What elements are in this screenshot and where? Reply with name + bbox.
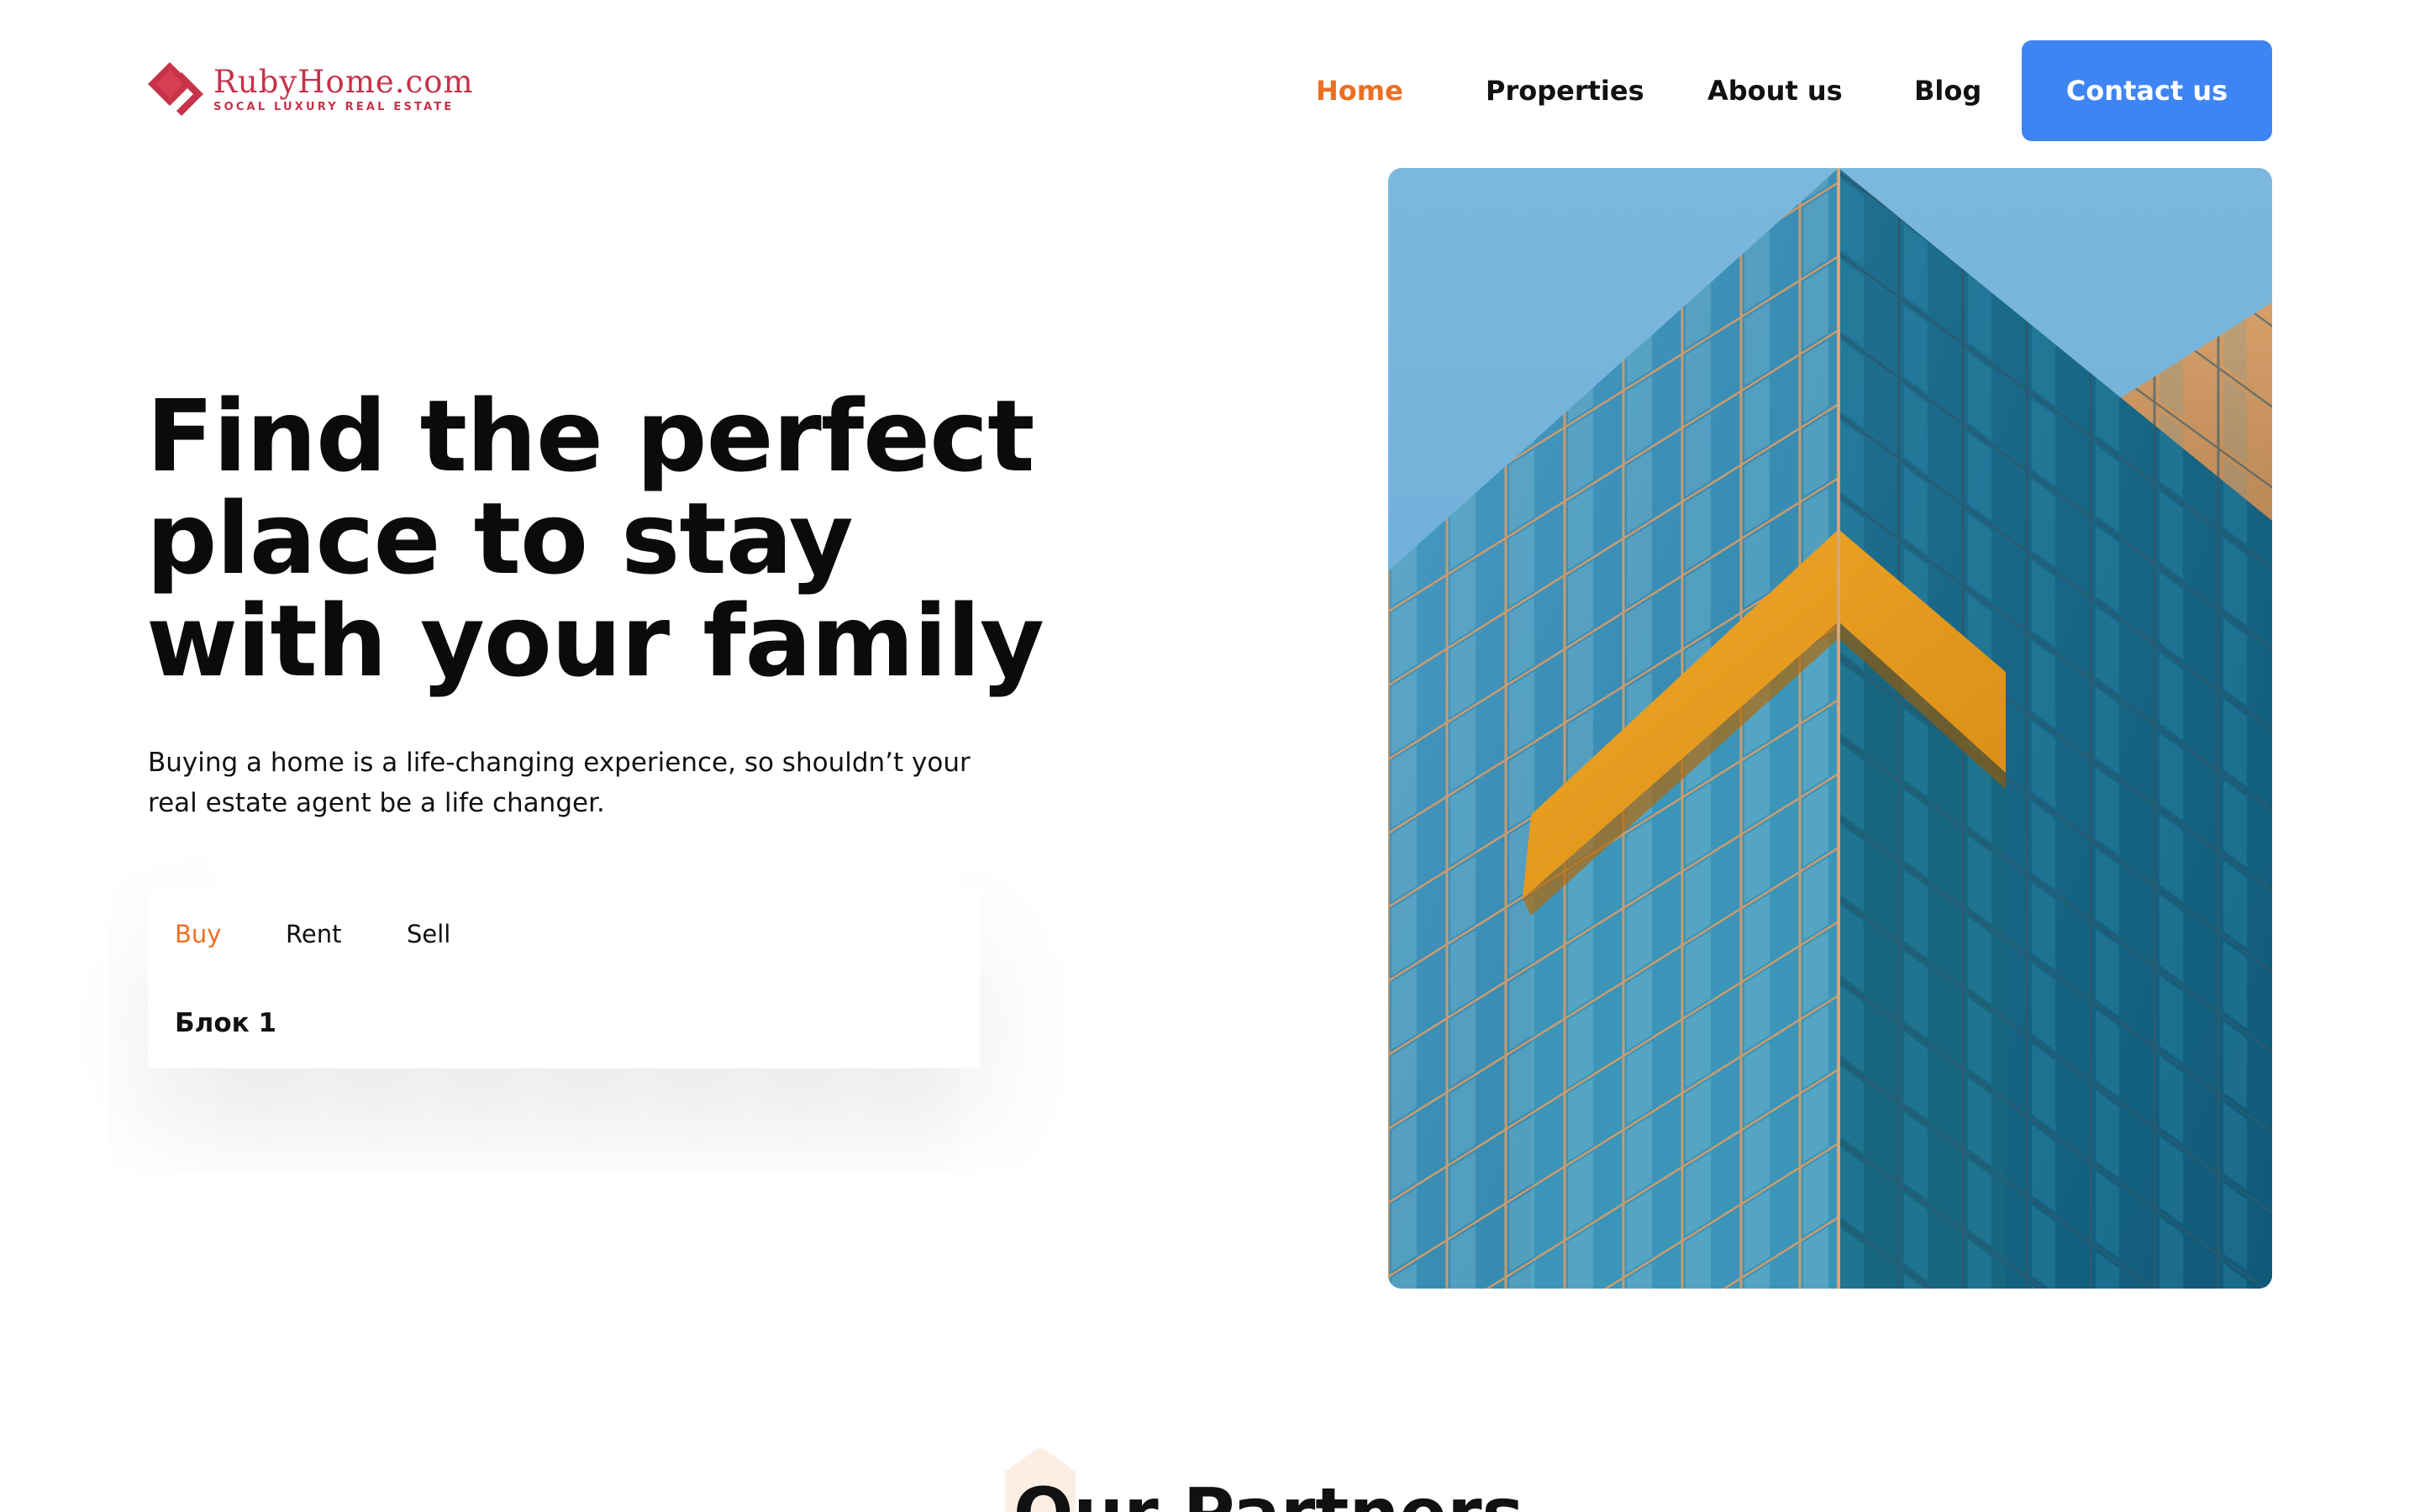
tab-rent[interactable]: Rent — [286, 890, 341, 978]
glass-skyscraper-icon — [1388, 168, 2272, 1289]
hero-subtitle: Buying a home is a life-changing experie… — [148, 748, 971, 818]
nav-home[interactable]: Home — [1316, 71, 1403, 111]
nav-about-us[interactable]: About us — [1707, 71, 1843, 111]
nav-blog[interactable]: Blog — [1914, 71, 1981, 111]
page: RubyHome.com SOCAL LUXURY REAL ESTATE Ho… — [0, 0, 2420, 1512]
tab-sell[interactable]: Sell — [407, 890, 450, 978]
partners-title: Our Partners — [1013, 1472, 1524, 1512]
hero-building-image — [1388, 168, 2272, 1289]
contact-us-button[interactable]: Contact us — [2022, 40, 2272, 141]
search-panel: Блок 1 — [148, 978, 980, 1068]
search-panel-label: Блок 1 — [175, 1008, 277, 1038]
hero-title-line: Find the perfect — [146, 378, 1035, 494]
hero-title-line: with your family — [146, 583, 1044, 699]
hero-title: Find the perfect place to stay with your… — [146, 385, 1138, 692]
search-tabs: Buy Rent Sell — [148, 890, 489, 978]
nav-properties[interactable]: Properties — [1486, 71, 1644, 111]
tab-buy[interactable]: Buy — [175, 890, 221, 978]
hero-title-line: place to stay — [146, 480, 854, 596]
